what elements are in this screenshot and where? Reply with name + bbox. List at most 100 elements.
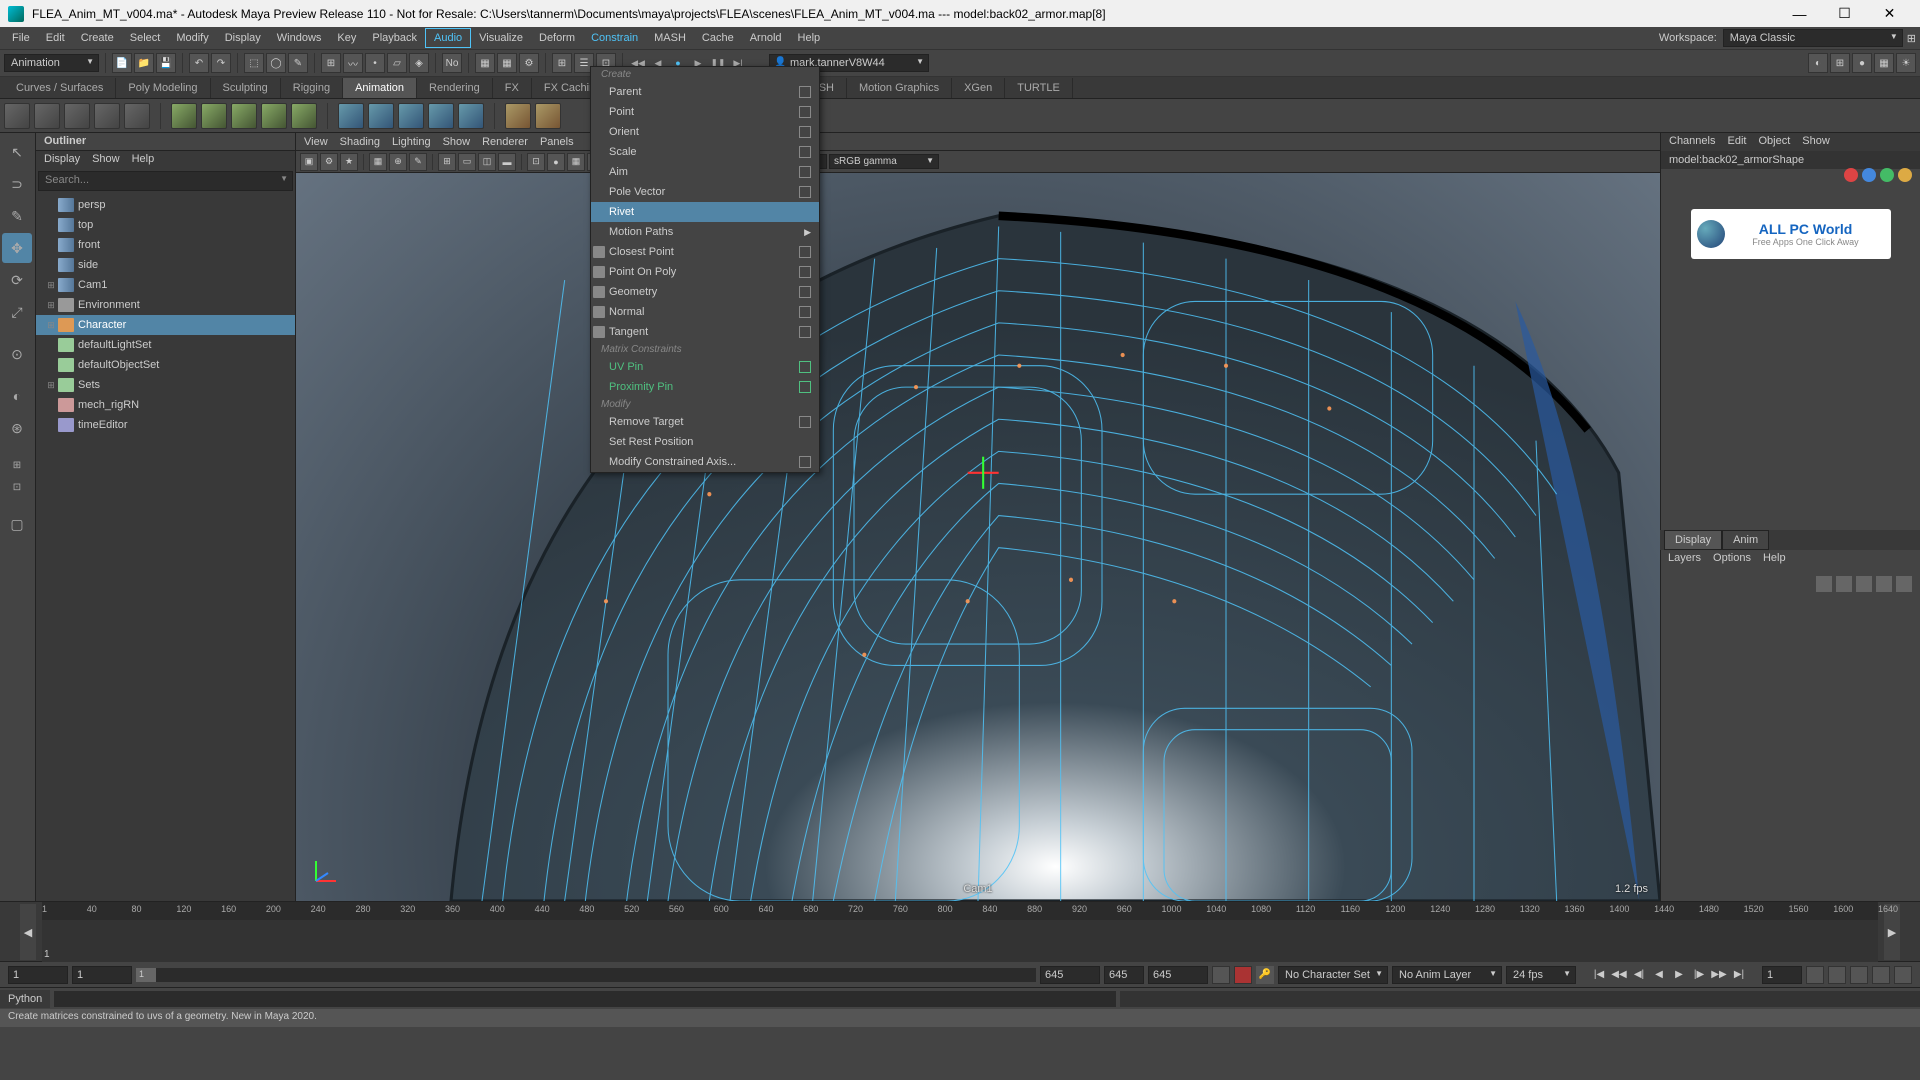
option-box-icon[interactable]: [799, 456, 811, 468]
layer-move-down-icon[interactable]: [1836, 576, 1852, 592]
layer-tab-anim[interactable]: Anim: [1722, 530, 1769, 550]
shelf-icon[interactable]: [34, 103, 60, 129]
character-set-selector[interactable]: No Character Set: [1278, 966, 1388, 984]
scale-tool[interactable]: ⤢: [2, 297, 32, 327]
snap-curve-icon[interactable]: 〰: [343, 53, 363, 73]
shelf-icon[interactable]: [505, 103, 531, 129]
new-scene-icon[interactable]: 📄: [112, 53, 132, 73]
outliner-node[interactable]: ⊞Sets: [36, 375, 295, 395]
menu-mash[interactable]: MASH: [646, 29, 694, 47]
shelf-icon[interactable]: [124, 103, 150, 129]
shelf-tab-motiongfx[interactable]: Motion Graphics: [847, 78, 952, 98]
ctx-item[interactable]: Normal: [591, 302, 819, 322]
outliner-node[interactable]: persp: [36, 195, 295, 215]
shelf-icon[interactable]: [231, 103, 257, 129]
history-icon[interactable]: No: [442, 53, 462, 73]
outliner-node[interactable]: mech_rigRN: [36, 395, 295, 415]
shelf-tab-xgen[interactable]: XGen: [952, 78, 1005, 98]
viewport-menu-show[interactable]: Show: [443, 136, 471, 148]
range-preferences-icon[interactable]: [1212, 966, 1230, 984]
xray-icon[interactable]: ◐: [1808, 53, 1828, 73]
fps-selector[interactable]: 24 fps: [1506, 966, 1576, 984]
cb-toggle-icon[interactable]: [1880, 168, 1894, 182]
select-tool-icon[interactable]: ⬚: [244, 53, 264, 73]
cb-tab-object[interactable]: Object: [1758, 135, 1790, 149]
shelf-tab-rendering[interactable]: Rendering: [417, 78, 493, 98]
option-box-icon[interactable]: [799, 286, 811, 298]
time-slider[interactable]: ◀ ▶ 140801201602002402803203604004404805…: [0, 901, 1920, 961]
option-box-icon[interactable]: [799, 106, 811, 118]
layer-menu-options[interactable]: Options: [1713, 552, 1751, 566]
cb-toggle-icon[interactable]: [1898, 168, 1912, 182]
auto-key-icon[interactable]: [1234, 966, 1252, 984]
shelf-icon[interactable]: [368, 103, 394, 129]
ctx-item[interactable]: Modify Constrained Axis...: [591, 452, 819, 472]
shelf-tab-turtle[interactable]: TURTLE: [1005, 78, 1073, 98]
shelf-tab-curves[interactable]: Curves / Surfaces: [4, 78, 116, 98]
cb-tab-edit[interactable]: Edit: [1727, 135, 1746, 149]
play-backward-icon[interactable]: ◀: [1650, 966, 1668, 984]
workspace-selector[interactable]: Maya Classic: [1723, 29, 1903, 47]
ctx-item[interactable]: Scale: [591, 142, 819, 162]
sync-icon[interactable]: [1872, 966, 1890, 984]
ctx-item[interactable]: Point On Poly: [591, 262, 819, 282]
menu-windows[interactable]: Windows: [269, 29, 330, 47]
shelf-tab-fx[interactable]: FX: [493, 78, 532, 98]
ctx-item[interactable]: Parent: [591, 82, 819, 102]
select-tool[interactable]: ↖: [2, 137, 32, 167]
step-fwd-key-icon[interactable]: ▶▶: [1710, 966, 1728, 984]
redo-icon[interactable]: ↷: [211, 53, 231, 73]
viewport-menu-lighting[interactable]: Lighting: [392, 136, 431, 148]
maximize-button[interactable]: ☐: [1822, 0, 1867, 27]
snap-grid-icon[interactable]: ⊞: [321, 53, 341, 73]
shelf-icon[interactable]: [535, 103, 561, 129]
step-forward-icon[interactable]: |▶: [1690, 966, 1708, 984]
vp-grease-icon[interactable]: ✎: [409, 153, 427, 171]
vp-image-plane-icon[interactable]: ▦: [369, 153, 387, 171]
ctx-item[interactable]: Proximity Pin: [591, 377, 819, 397]
shelf-icon[interactable]: [458, 103, 484, 129]
viewport-axis-widget[interactable]: [306, 851, 346, 891]
ctx-item[interactable]: UV Pin: [591, 357, 819, 377]
vp-res-gate-icon[interactable]: ◫: [478, 153, 496, 171]
shelf-icon[interactable]: [201, 103, 227, 129]
ctx-item[interactable]: Remove Target: [591, 412, 819, 432]
shaded-icon[interactable]: ●: [1852, 53, 1872, 73]
cb-tab-channels[interactable]: Channels: [1669, 135, 1715, 149]
model-panel-icon[interactable]: ⊞: [552, 53, 572, 73]
menu-modify[interactable]: Modify: [168, 29, 216, 47]
command-language-selector[interactable]: Python: [0, 990, 50, 1008]
outliner-menu-show[interactable]: Show: [92, 153, 120, 167]
playback-end-field[interactable]: 645: [1040, 966, 1100, 984]
option-box-icon[interactable]: [799, 246, 811, 258]
outliner-menu-help[interactable]: Help: [132, 153, 155, 167]
viewport-menu-panels[interactable]: Panels: [540, 136, 574, 148]
outliner-node[interactable]: side: [36, 255, 295, 275]
menu-audio[interactable]: Audio: [425, 28, 471, 48]
shelf-icon[interactable]: [398, 103, 424, 129]
anim-prefs-icon[interactable]: [1894, 966, 1912, 984]
outliner-node[interactable]: front: [36, 235, 295, 255]
workspace-toggle-icon[interactable]: ⊞: [1907, 32, 1916, 45]
shelf-tab-animation[interactable]: Animation: [343, 78, 417, 98]
outliner-menu-display[interactable]: Display: [44, 153, 80, 167]
shelf-icon[interactable]: [64, 103, 90, 129]
menu-select[interactable]: Select: [122, 29, 169, 47]
last-tool[interactable]: ⊙: [2, 339, 32, 369]
symmetry-tool[interactable]: ⊛: [2, 413, 32, 443]
move-tool[interactable]: ✥: [2, 233, 32, 263]
mode-selector[interactable]: Animation: [4, 54, 99, 72]
option-box-icon[interactable]: [799, 361, 811, 373]
timeline-track[interactable]: 1: [42, 920, 1878, 962]
snap-live-icon[interactable]: ◈: [409, 53, 429, 73]
option-box-icon[interactable]: [799, 326, 811, 338]
shelf-icon[interactable]: [338, 103, 364, 129]
sound-icon[interactable]: [1828, 966, 1846, 984]
menu-file[interactable]: File: [4, 29, 38, 47]
range-start-field[interactable]: 1: [8, 966, 68, 984]
outliner-node[interactable]: defaultLightSet: [36, 335, 295, 355]
shelf-icon[interactable]: [261, 103, 287, 129]
layer-tab-display[interactable]: Display: [1664, 530, 1722, 550]
vp-bookmark-icon[interactable]: ★: [340, 153, 358, 171]
minimize-button[interactable]: —: [1777, 0, 1822, 27]
